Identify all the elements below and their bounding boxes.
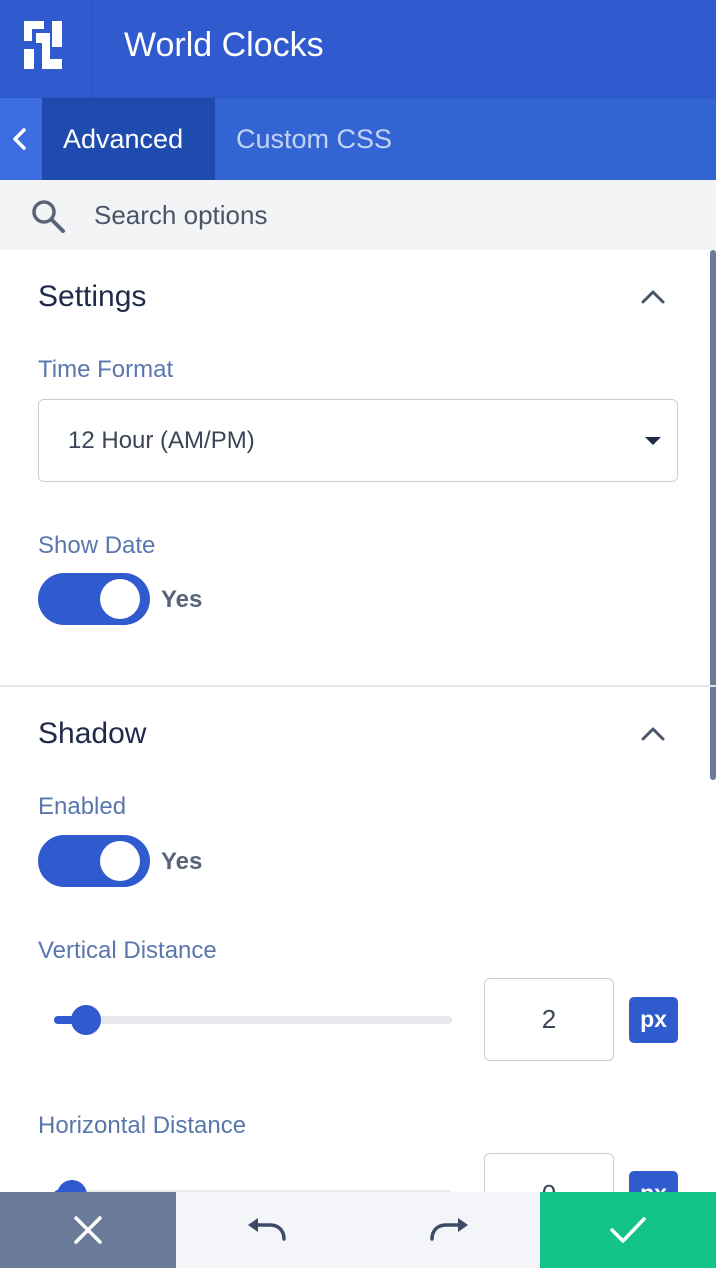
vertical-distance-slider-thumb[interactable] (71, 1005, 101, 1035)
horizontal-distance-label: Horizontal Distance (38, 1112, 247, 1139)
save-button[interactable] (540, 1192, 716, 1268)
back-button[interactable] (0, 98, 42, 180)
enabled-label: Enabled (38, 793, 127, 820)
shadow-enabled-value: Yes (161, 848, 203, 875)
search-bar (0, 180, 716, 250)
show-date-value: Yes (161, 586, 203, 613)
header: World Clocks (0, 0, 716, 97)
redo-icon (430, 1218, 468, 1241)
close-icon (74, 1216, 102, 1244)
collapse-shadow-button[interactable] (640, 725, 666, 748)
vertical-distance-unit-button[interactable]: px (629, 997, 678, 1043)
section-divider (0, 685, 716, 687)
caret-down-icon (645, 437, 661, 445)
logo-icon (24, 21, 62, 69)
tab-advanced[interactable]: Advanced (42, 98, 215, 180)
vertical-distance-slider[interactable] (54, 1016, 452, 1024)
show-date-toggle[interactable] (38, 573, 150, 625)
search-icon (32, 200, 65, 233)
logo[interactable] (0, 0, 92, 97)
shadow-enabled-toggle[interactable] (38, 835, 150, 887)
time-format-select[interactable]: 12 Hour (AM/PM) (38, 399, 678, 482)
close-button[interactable] (0, 1192, 176, 1268)
section-title-shadow: Shadow (38, 717, 147, 750)
page-title: World Clocks (124, 26, 324, 64)
check-icon (610, 1217, 646, 1243)
chevron-up-icon (641, 727, 665, 741)
vertical-distance-label: Vertical Distance (38, 937, 217, 964)
redo-button[interactable] (358, 1192, 540, 1268)
vertical-distance-input[interactable]: 2 (484, 978, 614, 1061)
section-title-settings: Settings (38, 280, 147, 313)
undo-icon (248, 1218, 286, 1241)
time-format-value: 12 Hour (AM/PM) (68, 427, 255, 454)
toggle-knob (100, 841, 140, 881)
show-date-label: Show Date (38, 532, 156, 559)
chevron-left-icon (13, 128, 26, 150)
search-input[interactable] (94, 197, 654, 233)
chevron-up-icon (641, 290, 665, 304)
scrollbar[interactable] (710, 250, 716, 780)
time-format-label: Time Format (38, 356, 174, 383)
tab-bar: Advanced Custom CSS (0, 97, 716, 180)
vertical-distance-value: 2 (541, 1004, 557, 1034)
toggle-knob (100, 579, 140, 619)
collapse-settings-button[interactable] (640, 288, 666, 311)
footer-toolbar (0, 1192, 716, 1268)
undo-button[interactable] (176, 1192, 358, 1268)
tab-custom-css[interactable]: Custom CSS (215, 98, 413, 180)
